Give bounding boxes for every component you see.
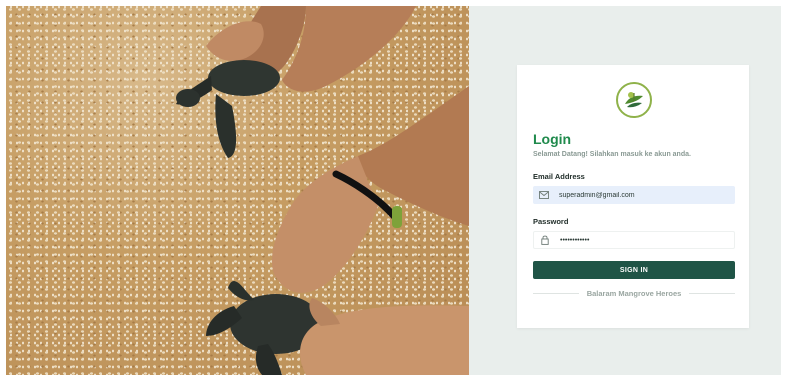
divider-right <box>689 293 735 294</box>
email-field[interactable] <box>533 186 735 204</box>
welcome-subtitle: Selamat Datang! Silahkan masuk ke akun a… <box>533 151 691 158</box>
envelope-icon <box>533 186 555 204</box>
logo <box>616 82 652 118</box>
login-panel: Login Selamat Datang! Silahkan masuk ke … <box>469 6 781 375</box>
footer-brand-text: Balaram Mangrove Heroes <box>586 289 682 298</box>
password-field[interactable] <box>533 231 735 249</box>
mangrove-logo-icon <box>622 88 646 112</box>
login-card: Login Selamat Datang! Silahkan masuk ke … <box>517 65 749 328</box>
email-label: Email Address <box>533 172 585 181</box>
sign-in-button[interactable]: SIGN IN <box>533 261 735 279</box>
turtle-release-illustration <box>176 6 469 375</box>
password-input[interactable] <box>556 232 730 248</box>
login-page: Login Selamat Datang! Silahkan masuk ke … <box>6 6 781 375</box>
divider-left <box>533 293 579 294</box>
login-title: Login <box>533 131 572 147</box>
email-input[interactable] <box>555 187 729 203</box>
footer-brand: Balaram Mangrove Heroes <box>533 289 735 298</box>
hero-photo <box>6 6 469 375</box>
password-label: Password <box>533 217 569 226</box>
lock-icon <box>534 231 556 249</box>
